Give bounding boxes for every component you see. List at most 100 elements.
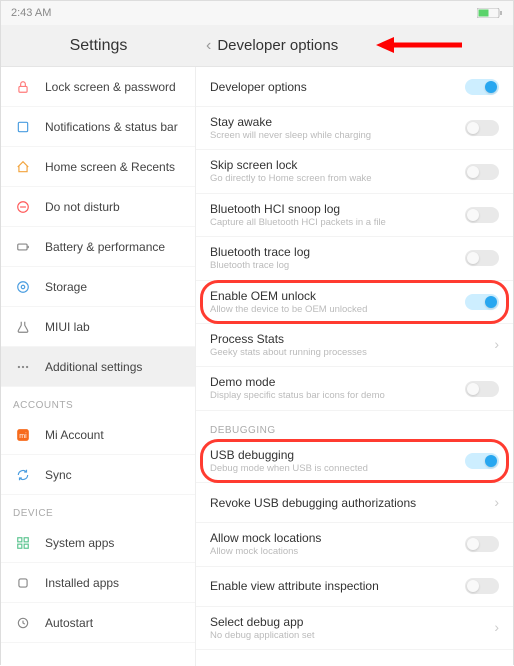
toggle-d0[interactable] — [465, 453, 499, 469]
sidebar-item-label: MIUI lab — [45, 320, 90, 334]
row-subtitle: Display specific status bar icons for de… — [210, 390, 457, 401]
sidebar-item-acc-1[interactable]: Sync — [1, 455, 195, 495]
sidebar-item-main-4[interactable]: Battery & performance — [1, 227, 195, 267]
section-header-accounts: ACCOUNTS — [1, 387, 195, 415]
row-subtitle: Capture all Bluetooth HCI packets in a f… — [210, 217, 457, 228]
grid-icon — [13, 536, 33, 550]
battery-icon — [477, 8, 503, 18]
row-subtitle: Geeky stats about running processes — [210, 347, 486, 358]
row-d3[interactable]: Enable view attribute inspection — [196, 567, 513, 607]
app-icon — [13, 576, 33, 590]
battery-icon — [13, 240, 33, 254]
row-title: Enable OEM unlock — [210, 289, 457, 303]
row-subtitle: Debug mode when USB is connected — [210, 463, 457, 474]
row-title: Developer options — [210, 80, 457, 94]
toggle-m3[interactable] — [465, 207, 499, 223]
chevron-icon: › — [494, 494, 499, 510]
annotation-arrow — [376, 35, 462, 55]
sidebar-item-acc-0[interactable]: mi Mi Account — [1, 415, 195, 455]
dots-icon — [13, 360, 33, 374]
sidebar-item-label: Mi Account — [45, 428, 104, 442]
toggle-m2[interactable] — [465, 164, 499, 180]
toggle-m1[interactable] — [465, 120, 499, 136]
row-subtitle: Allow the device to be OEM unlocked — [210, 304, 457, 315]
settings-title: Settings — [1, 25, 196, 66]
sidebar-item-dev-1[interactable]: Installed apps — [1, 563, 195, 603]
row-d2[interactable]: Allow mock locationsAllow mock locations — [196, 523, 513, 566]
section-header-device: DEVICE — [1, 495, 195, 523]
sidebar-item-main-6[interactable]: MIUI lab — [1, 307, 195, 347]
sidebar-item-main-5[interactable]: Storage — [1, 267, 195, 307]
toggle-d2[interactable] — [465, 536, 499, 552]
row-d0[interactable]: USB debuggingDebug mode when USB is conn… — [196, 440, 513, 483]
sidebar-item-label: System apps — [45, 536, 114, 550]
main-panel: Developer options Stay awakeScreen will n… — [196, 67, 513, 666]
auto-icon — [13, 616, 33, 630]
status-bar: 2:43 AM — [1, 1, 513, 25]
sidebar-item-main-1[interactable]: Notifications & status bar — [1, 107, 195, 147]
toggle-m7[interactable] — [465, 381, 499, 397]
row-title: Stay awake — [210, 115, 457, 129]
sidebar-item-label: Home screen & Recents — [45, 160, 175, 174]
lab-icon — [13, 320, 33, 334]
sidebar: Lock screen & password Notifications & st… — [1, 67, 196, 666]
row-subtitle: Screen will never sleep while charging — [210, 130, 457, 141]
toggle-m4[interactable] — [465, 250, 499, 266]
row-subtitle: No debug application set — [210, 630, 486, 641]
home-icon — [13, 160, 33, 174]
sidebar-item-label: Battery & performance — [45, 240, 165, 254]
sidebar-item-main-0[interactable]: Lock screen & password — [1, 67, 195, 107]
sidebar-item-dev-0[interactable]: System apps — [1, 523, 195, 563]
row-m6[interactable]: Process StatsGeeky stats about running p… — [196, 324, 513, 367]
toggle-m0[interactable] — [465, 79, 499, 95]
chevron-icon: › — [494, 619, 499, 635]
row-subtitle: Bluetooth trace log — [210, 260, 457, 271]
sidebar-item-main-3[interactable]: Do not disturb — [1, 187, 195, 227]
toggle-d3[interactable] — [465, 578, 499, 594]
row-m0[interactable]: Developer options — [196, 67, 513, 107]
row-title: Enable view attribute inspection — [210, 579, 457, 593]
sidebar-item-main-7[interactable]: Additional settings — [1, 347, 195, 387]
sidebar-item-label: Storage — [45, 280, 87, 294]
row-m4[interactable]: Bluetooth trace logBluetooth trace log — [196, 237, 513, 280]
chevron-icon: › — [494, 336, 499, 352]
page-title-area[interactable]: ‹ Developer options — [196, 25, 513, 66]
sidebar-item-label: Notifications & status bar — [45, 120, 178, 134]
row-title: USB debugging — [210, 448, 457, 462]
section-header-debugging: DEBUGGING — [196, 411, 513, 440]
row-title: Revoke USB debugging authorizations — [210, 496, 486, 510]
row-d1[interactable]: Revoke USB debugging authorizations › — [196, 483, 513, 523]
row-title: Bluetooth trace log — [210, 245, 457, 259]
sidebar-item-label: Additional settings — [45, 360, 142, 374]
row-d4[interactable]: Select debug appNo debug application set… — [196, 607, 513, 650]
row-title: Demo mode — [210, 375, 457, 389]
header-bar: Settings ‹ Developer options — [1, 25, 513, 67]
toggle-m5[interactable] — [465, 294, 499, 310]
row-m2[interactable]: Skip screen lockGo directly to Home scre… — [196, 150, 513, 193]
sidebar-item-main-2[interactable]: Home screen & Recents — [1, 147, 195, 187]
sidebar-item-label: Do not disturb — [45, 200, 120, 214]
row-m5[interactable]: Enable OEM unlockAllow the device to be … — [196, 281, 513, 324]
bell-icon — [13, 120, 33, 134]
row-subtitle: Allow mock locations — [210, 546, 457, 557]
status-time: 2:43 AM — [11, 7, 51, 19]
row-m1[interactable]: Stay awakeScreen will never sleep while … — [196, 107, 513, 150]
back-icon[interactable]: ‹ — [206, 37, 211, 55]
row-title: Bluetooth HCI snoop log — [210, 202, 457, 216]
row-title: Skip screen lock — [210, 158, 457, 172]
sidebar-item-label: Installed apps — [45, 576, 119, 590]
sidebar-item-dev-2[interactable]: Autostart — [1, 603, 195, 643]
row-m7[interactable]: Demo modeDisplay specific status bar ico… — [196, 367, 513, 410]
sidebar-item-label: Sync — [45, 468, 72, 482]
storage-icon — [13, 280, 33, 294]
sidebar-item-label: Lock screen & password — [45, 80, 176, 94]
row-m3[interactable]: Bluetooth HCI snoop logCapture all Bluet… — [196, 194, 513, 237]
page-title: Developer options — [217, 37, 338, 54]
row-title: Process Stats — [210, 332, 486, 346]
svg-text:mi: mi — [19, 432, 27, 439]
row-subtitle: Go directly to Home screen from wake — [210, 173, 457, 184]
row-title: Allow mock locations — [210, 531, 457, 545]
mi-icon: mi — [13, 428, 33, 442]
lock-icon — [13, 80, 33, 94]
sidebar-item-label: Autostart — [45, 616, 93, 630]
